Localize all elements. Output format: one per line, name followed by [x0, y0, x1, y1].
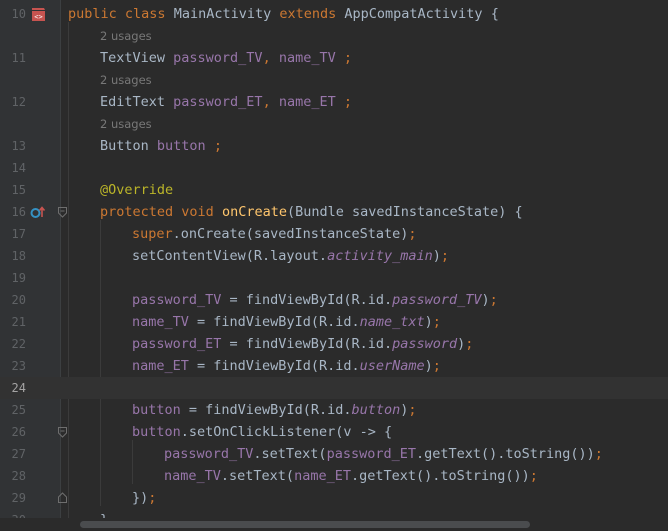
- line-number: 24: [11, 381, 26, 395]
- code-line-19[interactable]: 19: [0, 267, 668, 289]
- line-number: 12: [11, 95, 26, 109]
- code-line-16[interactable]: 16 protected void onCreate(Bundle savedI…: [0, 201, 668, 223]
- code-text: name_TV.setText(name_ET.getText().toStri…: [164, 468, 538, 484]
- code-text: });: [132, 490, 157, 506]
- code-text: name_ET = findViewById(R.id.userName);: [132, 358, 441, 374]
- code-text: @Override: [100, 182, 174, 198]
- usage-hint-row: 2 usages: [0, 69, 668, 91]
- code-text: setContentView(R.layout.activity_main);: [132, 248, 450, 264]
- horizontal-scrollbar[interactable]: [0, 518, 668, 531]
- line-number: 22: [11, 337, 26, 351]
- code-line-21[interactable]: 21 name_TV = findViewById(R.id.name_txt)…: [0, 311, 668, 333]
- code-line-23[interactable]: 23 name_ET = findViewById(R.id.userName)…: [0, 355, 668, 377]
- code-text: public class MainActivity extends AppCom…: [68, 6, 499, 22]
- usages-hint[interactable]: 2 usages: [100, 25, 152, 47]
- code-line-27[interactable]: 27 password_TV.setText(password_ET.getTe…: [0, 443, 668, 465]
- code-line-15[interactable]: 15 @Override: [0, 179, 668, 201]
- code-editor[interactable]: 10 <> public class MainActivity extends …: [0, 0, 668, 531]
- line-number: 14: [11, 161, 26, 175]
- code-line-14[interactable]: 14: [0, 157, 668, 179]
- code-text: Button button ;: [100, 138, 222, 154]
- line-number: 26: [11, 425, 26, 439]
- code-line-12[interactable]: 12 EditText password_ET, name_ET ;: [0, 91, 668, 113]
- code-line-18[interactable]: 18 setContentView(R.layout.activity_main…: [0, 245, 668, 267]
- code-line-28[interactable]: 28 name_TV.setText(name_ET.getText().toS…: [0, 465, 668, 487]
- line-number: 20: [11, 293, 26, 307]
- code-line-22[interactable]: 22 password_ET = findViewById(R.id.passw…: [0, 333, 668, 355]
- usage-hint-row: 2 usages: [0, 113, 668, 135]
- line-number: 27: [11, 447, 26, 461]
- code-line-11[interactable]: 11 TextView password_TV, name_TV ;: [0, 47, 668, 69]
- code-line-17[interactable]: 17 super.onCreate(savedInstanceState);: [0, 223, 668, 245]
- code-line-20[interactable]: 20 password_TV = findViewById(R.id.passw…: [0, 289, 668, 311]
- code-text: button = findViewById(R.id.button);: [132, 402, 417, 418]
- line-number: 11: [11, 51, 26, 65]
- code-text: super.onCreate(savedInstanceState);: [132, 226, 417, 242]
- line-number: 23: [11, 359, 26, 373]
- code-line-10[interactable]: 10 <> public class MainActivity extends …: [0, 3, 668, 25]
- line-number: 19: [11, 271, 26, 285]
- code-text: TextView password_TV, name_TV ;: [100, 50, 353, 66]
- line-number: 25: [11, 403, 26, 417]
- code-text: password_ET = findViewById(R.id.password…: [132, 336, 474, 352]
- code-text: password_TV = findViewById(R.id.password…: [132, 292, 498, 308]
- line-number: 13: [11, 139, 26, 153]
- code-line-24-current[interactable]: 24: [0, 377, 668, 399]
- code-text: EditText password_ET, name_ET ;: [100, 94, 353, 110]
- code-line-25[interactable]: 25 button = findViewById(R.id.button);: [0, 399, 668, 421]
- line-number: 29: [11, 491, 26, 505]
- android-activity-icon[interactable]: <>: [30, 6, 47, 22]
- code-line-29[interactable]: 29 });: [0, 487, 668, 509]
- code-text: password_TV.setText(password_ET.getText(…: [164, 446, 603, 462]
- line-number: 28: [11, 469, 26, 483]
- code-text: name_TV = findViewById(R.id.name_txt);: [132, 314, 441, 330]
- code-text: protected void onCreate(Bundle savedInst…: [100, 204, 523, 220]
- code-line-26[interactable]: 26 button.setOnClickListener(v -> {: [0, 421, 668, 443]
- usage-hint-row: 2 usages: [0, 25, 668, 47]
- line-number: 16: [11, 205, 26, 219]
- line-number: 15: [11, 183, 26, 197]
- line-number: 21: [11, 315, 26, 329]
- fold-collapse-icon[interactable]: [58, 207, 67, 218]
- usages-hint[interactable]: 2 usages: [100, 69, 152, 91]
- fold-collapse-icon[interactable]: [58, 427, 67, 438]
- svg-text:<>: <>: [34, 13, 42, 21]
- code-line-13[interactable]: 13 Button button ;: [0, 135, 668, 157]
- scrollbar-thumb[interactable]: [80, 521, 530, 528]
- fold-end-icon[interactable]: [58, 492, 67, 503]
- usages-hint[interactable]: 2 usages: [100, 113, 152, 135]
- line-number: 10: [11, 7, 26, 21]
- line-number: 18: [11, 249, 26, 263]
- code-text: button.setOnClickListener(v -> {: [132, 424, 393, 440]
- override-method-icon[interactable]: [30, 205, 46, 219]
- line-number: 17: [11, 227, 26, 241]
